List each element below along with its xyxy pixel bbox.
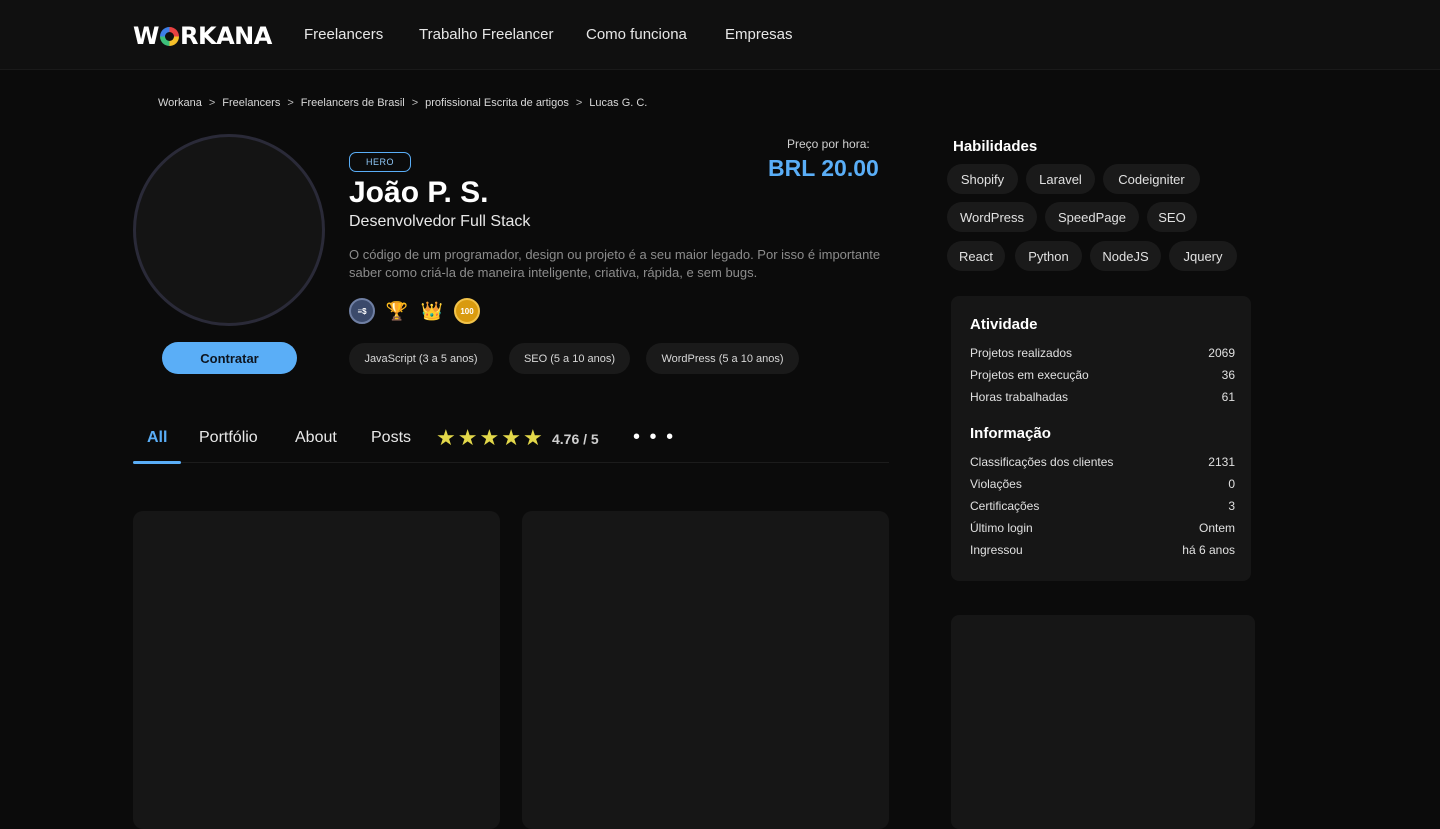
breadcrumb-current: Lucas G. C. <box>589 97 648 109</box>
info-value: 0 <box>1228 477 1235 491</box>
breadcrumb-category[interactable]: profissional Escrita de artigos <box>425 97 569 109</box>
breadcrumb-separator: > <box>208 97 216 109</box>
hero-badge: HERO <box>349 152 411 172</box>
breadcrumb-separator: > <box>411 97 419 109</box>
stat-value: 36 <box>1221 368 1235 382</box>
logo-text-end: RKANA <box>179 22 272 50</box>
stat-label: Horas trabalhadas <box>970 390 1069 404</box>
profile-role: Desenvolvedor Full Stack <box>349 213 531 230</box>
activity-title: Atividade <box>970 316 1038 333</box>
star-icon: ★ <box>501 425 521 450</box>
star-icon: ★ <box>479 425 500 450</box>
skill-tag[interactable]: SEO <box>1147 202 1197 232</box>
info-row: Certificações 3 <box>970 499 1235 513</box>
skill-tag[interactable]: Python <box>1015 241 1082 271</box>
stat-value: 61 <box>1221 390 1235 404</box>
info-value: Ontem <box>1198 521 1235 535</box>
active-tab-indicator <box>133 461 181 464</box>
skill-tag[interactable]: SpeedPage <box>1045 202 1139 232</box>
workana-logo[interactable]: W RKANA <box>133 22 272 50</box>
info-value: há 6 anos <box>1182 543 1235 557</box>
tab-posts[interactable]: Posts <box>371 429 411 447</box>
nav-trabalho-freelancer[interactable]: Trabalho Freelancer <box>419 26 554 43</box>
skill-tag[interactable]: WordPress <box>947 202 1037 232</box>
stat-value: 2069 <box>1208 346 1235 360</box>
info-value: 2131 <box>1208 455 1235 469</box>
experience-pill-seo: SEO (5 a 10 anos) <box>509 343 630 374</box>
tab-portfolio[interactable]: Portfólio <box>199 429 258 447</box>
skill-tag[interactable]: Laravel <box>1026 164 1095 194</box>
skill-tag[interactable]: NodeJS <box>1090 241 1161 271</box>
stat-row: Projetos em execução 36 <box>970 368 1235 382</box>
price-label: Preço por hora: <box>787 137 870 151</box>
info-label: Certificações <box>970 499 1040 513</box>
skill-tag[interactable]: Codeigniter <box>1103 164 1200 194</box>
logo-text-start: W <box>133 22 159 50</box>
star-icon: ★ <box>436 425 456 450</box>
nav-empresas[interactable]: Empresas <box>725 26 793 43</box>
more-options-icon[interactable]: • • • <box>633 426 675 449</box>
info-row: Último login Ontem <box>970 521 1235 535</box>
skill-tag[interactable]: React <box>947 241 1005 271</box>
breadcrumb-separator: > <box>287 97 294 109</box>
hundred-badge-icon: 100 <box>454 298 480 324</box>
crown-icon: 👑 <box>420 300 444 321</box>
hire-button[interactable]: Contratar <box>162 342 297 374</box>
profile-bio: O código de um programador, design ou pr… <box>349 247 881 280</box>
skill-tag[interactable]: Jquery <box>1169 241 1237 271</box>
profile-tabs: All Portfólio About Posts ★ ★ ★ ★ ★ 4.76… <box>133 420 889 464</box>
sidebar-card <box>951 615 1255 829</box>
trophy-icon: 🏆 <box>385 300 409 321</box>
info-label: Ingressou <box>970 543 1023 557</box>
star-icon: ★ <box>457 425 478 450</box>
nav-freelancers[interactable]: Freelancers <box>304 26 383 43</box>
logo-ring-icon <box>159 26 179 46</box>
rating-stars: ★ ★ ★ ★ ★ <box>436 425 543 451</box>
star-icon: ★ <box>522 425 543 450</box>
top-navigation-bar: W RKANA Freelancers Trabalho Freelancer C… <box>0 0 1440 70</box>
content-card[interactable] <box>522 511 889 829</box>
nav-como-funciona[interactable]: Como funciona <box>586 26 687 43</box>
breadcrumb-freelancers-brasil[interactable]: Freelancers de Brasil <box>301 97 405 109</box>
stat-label: Projetos em execução <box>970 368 1089 382</box>
info-label: Violações <box>970 477 1022 491</box>
info-label: Último login <box>970 521 1033 535</box>
stat-row: Horas trabalhadas 61 <box>970 390 1235 404</box>
info-title: Informação <box>970 425 1051 442</box>
info-label: Classificações dos clientes <box>970 455 1114 469</box>
stats-panel: Atividade Projetos realizados 2069 Proje… <box>951 296 1251 581</box>
breadcrumb-workana[interactable]: Workana <box>158 97 202 109</box>
breadcrumb-freelancers[interactable]: Freelancers <box>222 97 280 109</box>
breadcrumb: Workana > Freelancers > Freelancers de B… <box>158 97 647 109</box>
tab-about[interactable]: About <box>295 429 337 447</box>
experience-pill-javascript: JavaScript (3 a 5 anos) <box>349 343 493 374</box>
avatar <box>133 134 325 326</box>
stat-row: Projetos realizados 2069 <box>970 346 1235 360</box>
dollar-badge-icon: ≡$ <box>349 298 375 324</box>
content-card[interactable] <box>133 511 500 829</box>
experience-pill-wordpress: WordPress (5 a 10 anos) <box>646 343 799 374</box>
achievement-badges: ≡$ 🏆 👑 100 <box>349 298 480 324</box>
info-row: Classificações dos clientes 2131 <box>970 455 1235 469</box>
skill-tag[interactable]: Shopify <box>947 164 1018 194</box>
rating-value: 4.76 / 5 <box>552 431 599 447</box>
skills-title: Habilidades <box>953 138 1038 155</box>
breadcrumb-separator: > <box>575 97 583 109</box>
info-row: Violações 0 <box>970 477 1235 491</box>
profile-name: João P. S. <box>349 176 489 209</box>
tab-all[interactable]: All <box>147 429 167 447</box>
info-row: Ingressou há 6 anos <box>970 543 1235 557</box>
hourly-price: BRL 20.00 <box>768 155 879 181</box>
info-value: 3 <box>1228 499 1235 513</box>
stat-label: Projetos realizados <box>970 346 1073 360</box>
